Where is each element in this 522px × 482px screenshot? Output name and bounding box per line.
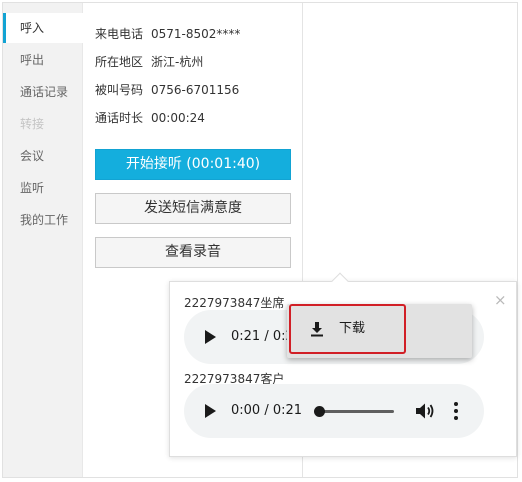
caller-value: 0571-8502**** <box>151 27 241 41</box>
callee-label: 被叫号码 <box>95 83 144 97</box>
sidebar-item-outgoing[interactable]: 呼出 <box>3 45 83 75</box>
sidebar-item-transfer: 转接 <box>20 117 45 131</box>
callee-value: 0756-6701156 <box>151 83 240 97</box>
region-label: 所在地区 <box>95 55 144 69</box>
popup-caret <box>331 272 349 290</box>
seek-thumb[interactable] <box>314 406 325 417</box>
play-icon[interactable] <box>205 330 216 344</box>
duration-row: 通话时长 00:00:24 <box>95 108 205 128</box>
player-context-menu: 下载 <box>287 304 472 358</box>
playback-time: 0:00 / 0:21 <box>231 403 303 418</box>
sidebar-item-incoming[interactable]: 呼入 <box>3 13 84 43</box>
caller-row: 来电电话 0571-8502**** <box>95 24 240 44</box>
close-icon[interactable]: × <box>494 293 507 308</box>
sidebar: 呼入 呼出 通话记录 转接 会议 监听 我的工作 <box>3 3 84 477</box>
duration-value: 00:00:24 <box>151 111 205 125</box>
duration-label: 通话时长 <box>95 111 144 125</box>
track-title-agent: 2227973847坐席 <box>184 296 285 310</box>
play-icon[interactable] <box>205 404 216 418</box>
sidebar-item-conference[interactable]: 会议 <box>3 141 83 171</box>
callee-row: 被叫号码 0756-6701156 <box>95 80 239 100</box>
download-icon <box>311 322 323 337</box>
sidebar-item-monitor[interactable]: 监听 <box>3 173 83 203</box>
view-recording-button[interactable]: 查看录音 <box>95 237 291 268</box>
download-menu-item[interactable]: 下载 <box>289 304 406 354</box>
seek-bar[interactable] <box>318 410 394 413</box>
volume-icon[interactable] <box>415 402 435 420</box>
download-label: 下载 <box>339 321 366 336</box>
more-options-icon[interactable] <box>454 402 458 420</box>
audio-player-customer: 0:00 / 0:21 <box>184 384 484 438</box>
region-row: 所在地区 浙江-杭州 <box>95 52 203 72</box>
caller-label: 来电电话 <box>95 27 144 41</box>
call-panel-window: 呼入 呼出 通话记录 转接 会议 监听 我的工作 来电电话 0571-8502**… <box>2 2 518 478</box>
region-value: 浙江-杭州 <box>151 55 204 69</box>
answer-button[interactable]: 开始接听 (00:01:40) <box>95 149 291 180</box>
send-sms-survey-button[interactable]: 发送短信满意度 <box>95 193 291 224</box>
sidebar-item-call-records[interactable]: 通话记录 <box>3 77 83 107</box>
sidebar-item-my-work[interactable]: 我的工作 <box>3 205 83 235</box>
